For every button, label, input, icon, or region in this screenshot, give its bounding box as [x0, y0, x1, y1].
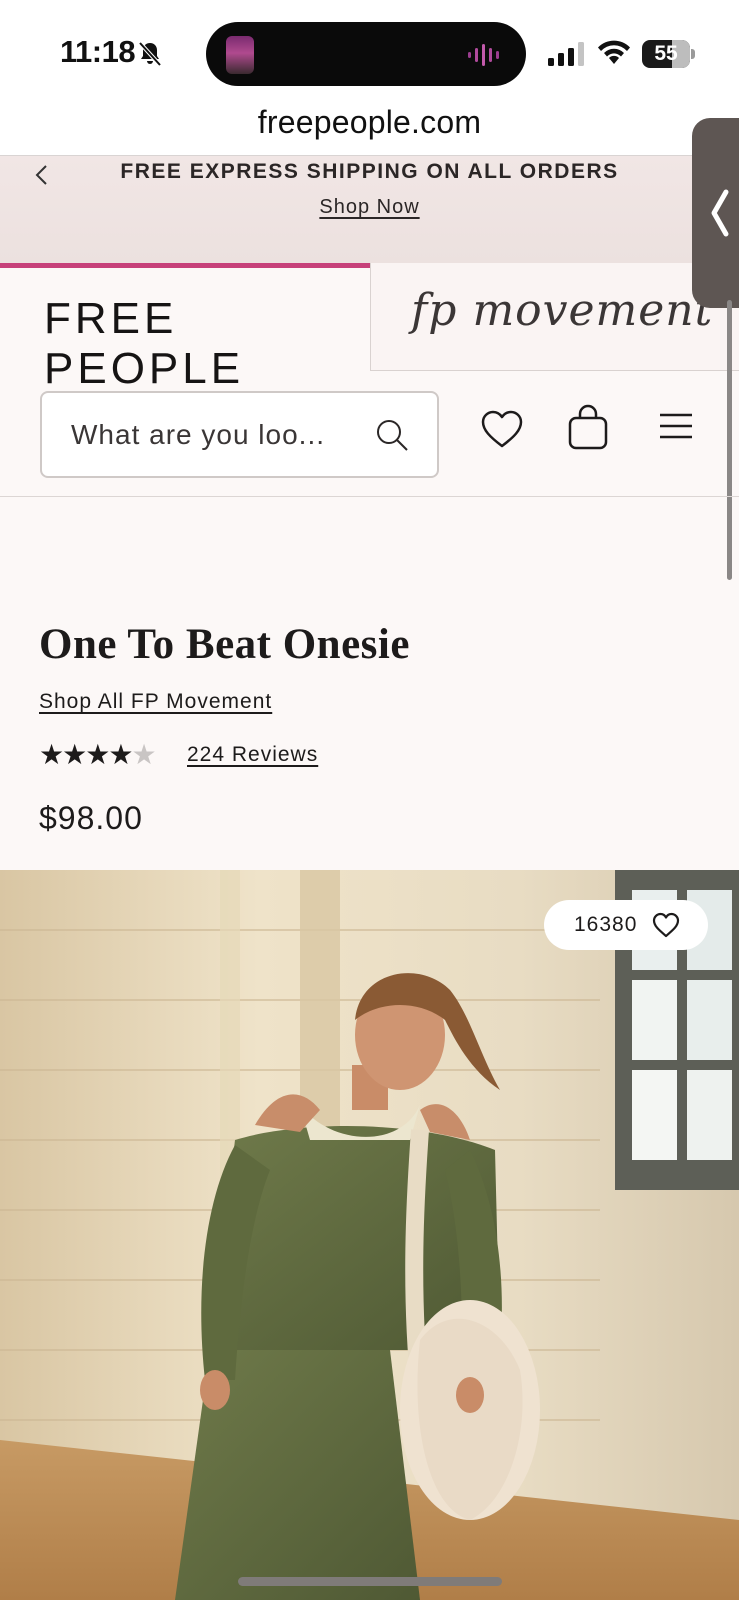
star-icon: ★ [62, 739, 87, 770]
star-icon: ★ [108, 739, 133, 770]
side-panel-handle[interactable] [692, 118, 739, 308]
url-text[interactable]: freepeople.com [0, 104, 739, 141]
home-indicator[interactable] [238, 1577, 502, 1586]
fp-movement-logo: fp movement [411, 285, 714, 336]
shop-now-link[interactable]: Shop Now [0, 196, 739, 219]
product-title: One To Beat Onesie [39, 621, 410, 668]
product-photo [0, 870, 739, 1600]
audio-waveform-icon [468, 44, 499, 66]
star-icon: ★ [85, 739, 110, 770]
site-header: What are you loo... [0, 371, 739, 497]
shop-all-link[interactable]: Shop All FP Movement [39, 690, 272, 714]
heart-icon[interactable] [480, 409, 524, 449]
battery-icon: 55 [642, 40, 695, 68]
tab-free-people[interactable]: FREE PEOPLE [0, 263, 370, 393]
star-icon: ★ [39, 739, 64, 770]
dynamic-island[interactable] [206, 22, 526, 86]
reviews-link[interactable]: 224 Reviews [187, 743, 318, 767]
bag-icon[interactable] [566, 403, 610, 451]
now-playing-artwork [226, 36, 254, 74]
address-bar[interactable]: freepeople.com [0, 96, 739, 156]
wifi-icon [598, 40, 630, 64]
search-input[interactable]: What are you loo... [40, 391, 439, 478]
tab-fp-movement[interactable]: fp movement [370, 263, 739, 371]
search-icon[interactable] [374, 417, 410, 453]
status-time: 11:18 [60, 34, 136, 69]
cellular-signal-icon [548, 42, 584, 66]
product-price: $98.00 [39, 800, 143, 836]
search-placeholder: What are you loo... [71, 419, 326, 450]
chevron-left-icon [711, 189, 729, 237]
menu-icon[interactable] [658, 411, 694, 441]
promo-message: FREE EXPRESS SHIPPING ON ALL ORDERS [120, 160, 619, 183]
brand-tabs: FREE PEOPLE fp movement [0, 263, 739, 393]
favorite-count: 16380 [574, 913, 638, 936]
star-rating[interactable]: ★★★★★ [39, 739, 157, 770]
favorite-count-button[interactable]: 16380 [544, 900, 708, 950]
heart-icon [652, 912, 680, 938]
battery-level: 55 [654, 42, 678, 65]
promo-banner: FREE EXPRESS SHIPPING ON ALL ORDERS Shop… [0, 156, 739, 263]
product-image[interactable]: 16380 [0, 870, 739, 1600]
bell-slash-icon [138, 41, 162, 67]
status-bar: 11:18 55 [0, 0, 739, 100]
star-empty-icon: ★ [131, 739, 156, 770]
